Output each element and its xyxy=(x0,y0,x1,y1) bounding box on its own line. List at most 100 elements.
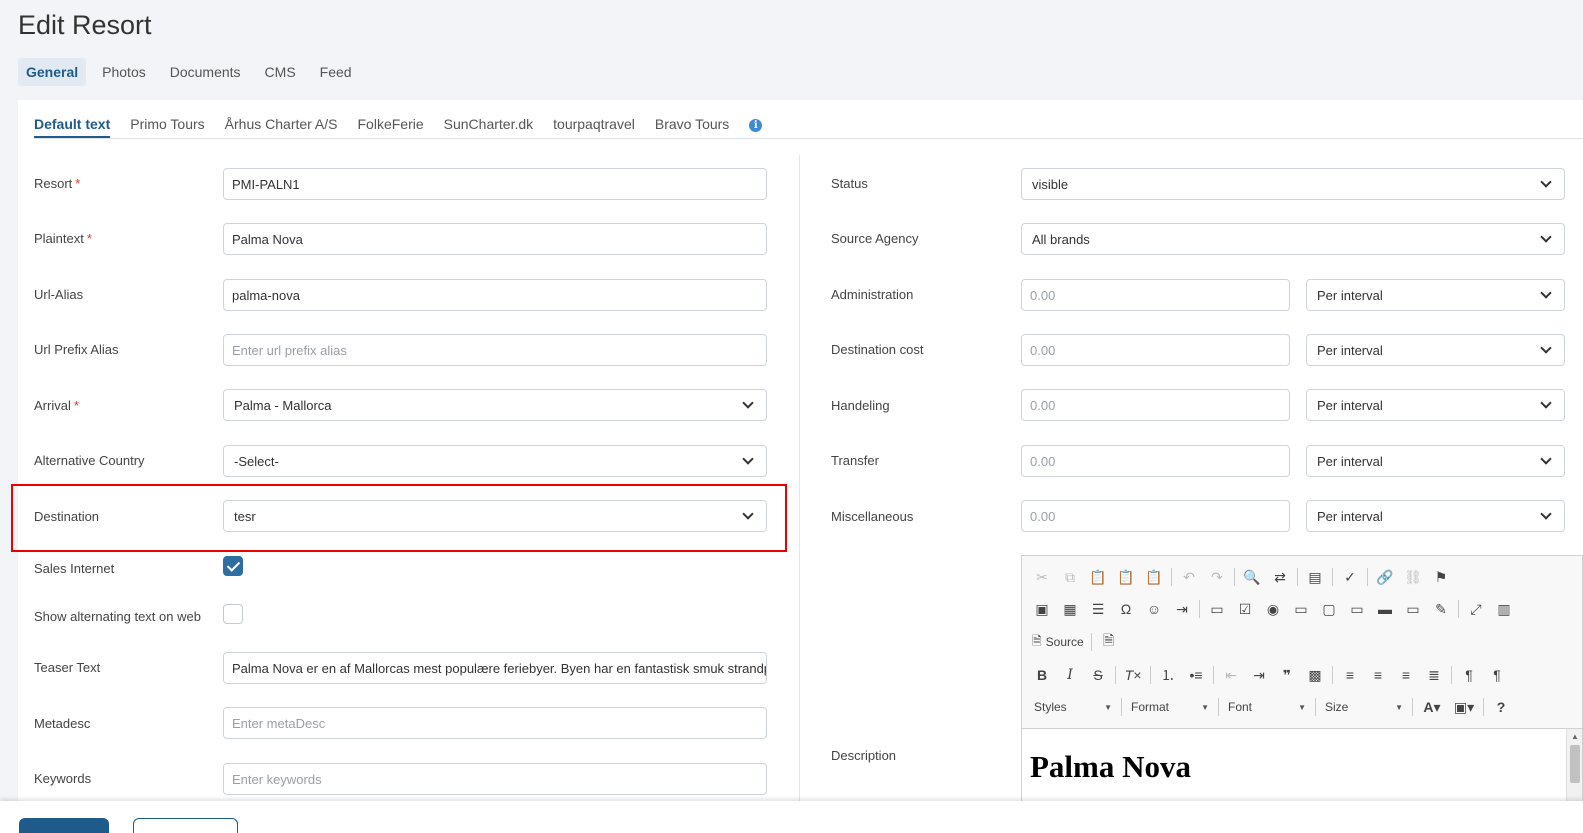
blockquote-icon[interactable]: ❞ xyxy=(1273,663,1301,687)
tab-general[interactable]: General xyxy=(18,58,87,86)
tab-documents[interactable]: Documents xyxy=(162,58,249,86)
special-char-icon[interactable]: Ω xyxy=(1112,597,1140,621)
editor-content-area[interactable]: Palma Nova ▲ xyxy=(1022,728,1582,810)
hidden-field-icon[interactable]: ✎ xyxy=(1427,597,1455,621)
source-agency-select[interactable]: All brands xyxy=(1021,223,1565,255)
templates-icon[interactable]: 🗎 xyxy=(1095,630,1123,654)
url-prefix-alias-input[interactable]: Enter url prefix alias xyxy=(223,334,767,366)
destination-cost-interval-select[interactable]: Per interval xyxy=(1306,334,1565,366)
paste-word-icon[interactable]: 📋 xyxy=(1140,565,1168,589)
rtl-icon[interactable]: ¶ xyxy=(1483,663,1511,687)
subtab-primo-tours[interactable]: Primo Tours xyxy=(130,116,204,136)
source-button[interactable]: 🗎 Source xyxy=(1028,630,1088,654)
image-icon[interactable]: ▣ xyxy=(1028,597,1056,621)
show-alt-text-checkbox[interactable] xyxy=(223,604,243,624)
unlink-icon[interactable]: ⛓ xyxy=(1399,565,1427,589)
editor-toolbar-row-4: B I S T× ⒈ •≡ ⇤ ⇥ ❞ ▩ ≡ ≡ ≡ ≣ ¶ ¶ xyxy=(1028,662,1511,688)
radio-icon[interactable]: ◉ xyxy=(1259,597,1287,621)
bullet-list-icon[interactable]: •≡ xyxy=(1182,663,1210,687)
page-break-icon[interactable]: ⇥ xyxy=(1168,597,1196,621)
arrival-select[interactable]: Palma - Mallorca xyxy=(223,389,767,421)
scroll-up-arrow-icon[interactable]: ▲ xyxy=(1571,732,1579,741)
anchor-flag-icon[interactable]: ⚑ xyxy=(1427,565,1455,589)
tab-cms[interactable]: CMS xyxy=(257,58,304,86)
subtab-suncharter[interactable]: SunCharter.dk xyxy=(444,116,534,136)
url-alias-input[interactable]: palma-nova xyxy=(223,279,767,311)
administration-input[interactable]: 0.00 xyxy=(1021,279,1290,311)
italic-icon[interactable]: I xyxy=(1056,663,1084,687)
subtab-arhus-charter[interactable]: Århus Charter A/S xyxy=(225,116,338,136)
format-combo[interactable]: Format ▼ xyxy=(1125,696,1215,718)
show-blocks-icon[interactable]: ▥ xyxy=(1490,597,1518,621)
find-icon[interactable]: 🔍 xyxy=(1238,565,1266,589)
align-justify-icon[interactable]: ≣ xyxy=(1420,663,1448,687)
save-button[interactable] xyxy=(19,818,109,833)
button-icon[interactable]: ▬ xyxy=(1371,597,1399,621)
destination-cost-input[interactable]: 0.00 xyxy=(1021,334,1290,366)
text-color-icon[interactable]: A▾ xyxy=(1416,695,1448,719)
subtab-bravo-tours[interactable]: Bravo Tours xyxy=(655,116,729,136)
form-icon[interactable]: ▭ xyxy=(1203,597,1231,621)
subtab-default-text[interactable]: Default text xyxy=(34,116,111,138)
outdent-icon[interactable]: ⇤ xyxy=(1217,663,1245,687)
select-all-icon[interactable]: ▤ xyxy=(1301,565,1329,589)
horizontal-line-icon[interactable]: ☰ xyxy=(1084,597,1112,621)
cut-icon[interactable]: ✂ xyxy=(1028,565,1056,589)
cancel-button[interactable] xyxy=(133,818,238,833)
strikethrough-icon[interactable]: S xyxy=(1084,663,1112,687)
handeling-interval-select[interactable]: Per interval xyxy=(1306,389,1565,421)
smiley-icon[interactable]: ☺ xyxy=(1140,597,1168,621)
select-field-icon[interactable]: ▭ xyxy=(1343,597,1371,621)
bg-color-icon[interactable]: ▣▾ xyxy=(1448,695,1480,719)
spellcheck-icon[interactable]: ✓ xyxy=(1336,565,1364,589)
sales-internet-checkbox[interactable] xyxy=(223,556,243,576)
footer-bar xyxy=(0,801,1583,833)
teaser-input[interactable]: Palma Nova er en af Mallorcas mest popul… xyxy=(223,652,767,684)
tab-photos[interactable]: Photos xyxy=(94,58,154,86)
image-button-icon[interactable]: ▭ xyxy=(1399,597,1427,621)
metadesc-input[interactable]: Enter metaDesc xyxy=(223,707,767,739)
indent-icon[interactable]: ⇥ xyxy=(1245,663,1273,687)
scroll-thumb[interactable] xyxy=(1570,745,1580,783)
redo-icon[interactable]: ↷ xyxy=(1203,565,1231,589)
maximize-icon[interactable]: ⤢ xyxy=(1462,597,1490,621)
subtab-folkeferie[interactable]: FolkeFerie xyxy=(358,116,424,136)
miscellaneous-interval-select[interactable]: Per interval xyxy=(1306,500,1565,532)
editor-scrollbar[interactable]: ▲ xyxy=(1566,729,1582,810)
handeling-input[interactable]: 0.00 xyxy=(1021,389,1290,421)
checkbox-icon[interactable]: ☑ xyxy=(1231,597,1259,621)
transfer-input[interactable]: 0.00 xyxy=(1021,445,1290,477)
plaintext-input[interactable]: Palma Nova xyxy=(223,223,767,255)
status-select[interactable]: visible xyxy=(1021,168,1565,200)
align-right-icon[interactable]: ≡ xyxy=(1392,663,1420,687)
alt-country-select[interactable]: -Select- xyxy=(223,445,767,477)
textfield-icon[interactable]: ▭ xyxy=(1287,597,1315,621)
remove-format-icon[interactable]: T× xyxy=(1119,663,1147,687)
font-combo[interactable]: Font ▼ xyxy=(1222,696,1312,718)
administration-interval-select[interactable]: Per interval xyxy=(1306,279,1565,311)
div-container-icon[interactable]: ▩ xyxy=(1301,663,1329,687)
transfer-interval-select[interactable]: Per interval xyxy=(1306,445,1565,477)
tab-feed[interactable]: Feed xyxy=(312,58,360,86)
size-combo[interactable]: Size ▼ xyxy=(1319,696,1409,718)
copy-icon[interactable]: ⧉ xyxy=(1056,565,1084,589)
resort-input[interactable]: PMI-PALN1 xyxy=(223,168,767,200)
undo-icon[interactable]: ↶ xyxy=(1175,565,1203,589)
replace-icon[interactable]: ⇄ xyxy=(1266,565,1294,589)
table-icon[interactable]: ▦ xyxy=(1056,597,1084,621)
bold-icon[interactable]: B xyxy=(1028,663,1056,687)
miscellaneous-input[interactable]: 0.00 xyxy=(1021,500,1290,532)
paste-icon[interactable]: 📋 xyxy=(1084,565,1112,589)
textarea-icon[interactable]: ▢ xyxy=(1315,597,1343,621)
align-left-icon[interactable]: ≡ xyxy=(1336,663,1364,687)
styles-combo[interactable]: Styles ▼ xyxy=(1028,696,1118,718)
subtab-tourpaqtravel[interactable]: tourpaqtravel xyxy=(553,116,635,136)
info-icon[interactable]: i xyxy=(749,119,763,132)
link-icon[interactable]: 🔗 xyxy=(1371,565,1399,589)
align-center-icon[interactable]: ≡ xyxy=(1364,663,1392,687)
paste-text-icon[interactable]: 📋 xyxy=(1112,565,1140,589)
numbered-list-icon[interactable]: ⒈ xyxy=(1154,663,1182,687)
ltr-icon[interactable]: ¶ xyxy=(1455,663,1483,687)
keywords-input[interactable]: Enter keywords xyxy=(223,763,767,795)
help-icon[interactable]: ? xyxy=(1487,695,1515,719)
